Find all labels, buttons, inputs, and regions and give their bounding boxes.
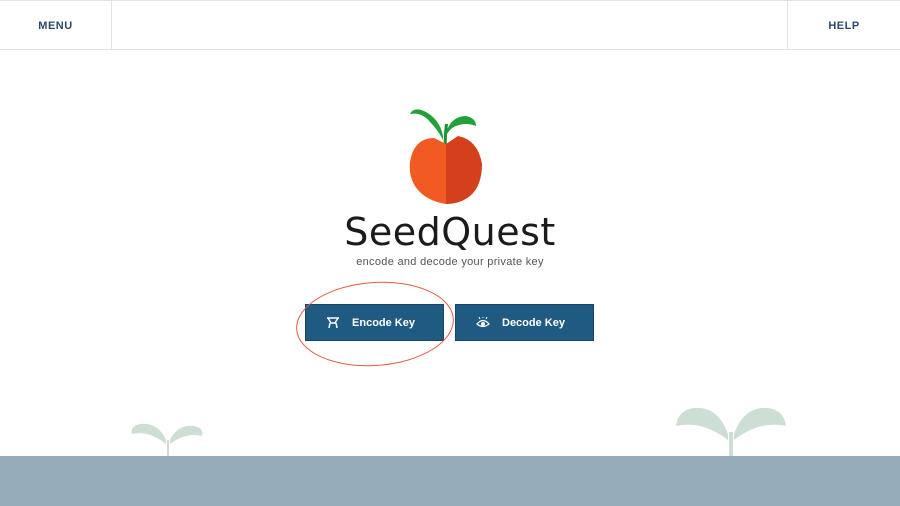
app-title: SeedQuest	[344, 210, 556, 254]
top-navigation-bar: MENU HELP	[0, 0, 900, 50]
encode-icon	[327, 317, 339, 329]
decode-key-button[interactable]: Decode Key	[455, 304, 594, 341]
app-subtitle: encode and decode your private key	[356, 256, 544, 268]
menu-label: MENU	[38, 19, 73, 32]
large-sprout-right	[676, 407, 786, 458]
decode-key-label: Decode Key	[502, 316, 565, 329]
help-label: HELP	[828, 19, 860, 32]
menu-button[interactable]: MENU	[0, 1, 112, 50]
ground-strip	[0, 456, 900, 506]
encode-key-label: Encode Key	[352, 316, 415, 329]
eye-icon	[476, 317, 490, 328]
seedquest-logo	[409, 109, 482, 204]
small-sprout-left	[131, 423, 203, 458]
help-button[interactable]: HELP	[787, 1, 900, 50]
encode-key-button[interactable]: Encode Key	[305, 304, 444, 341]
